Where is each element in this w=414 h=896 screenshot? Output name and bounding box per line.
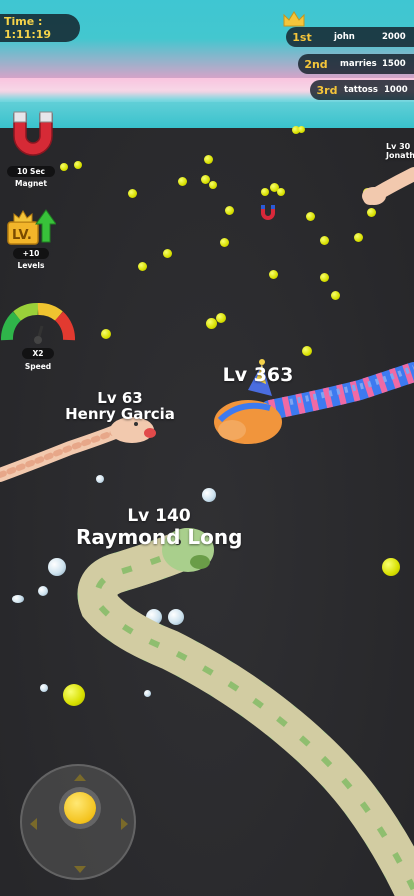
- crown-icon: [283, 11, 305, 27]
- powerup-label: Magnet: [15, 179, 47, 188]
- timer-label: Time : 1:11:19: [4, 15, 52, 41]
- powerup-value: +10: [12, 248, 50, 259]
- leaderboard-name: john: [334, 32, 355, 42]
- powerup-label: Levels: [17, 261, 45, 270]
- arrow-left-icon: [24, 818, 37, 830]
- snake-level: Lv 63: [97, 389, 143, 407]
- arrow-down-icon: [74, 866, 86, 879]
- snake-label-raymond: Lv 140 Raymond Long: [76, 506, 243, 550]
- powerup-levels[interactable]: LV. +10 Levels: [6, 208, 57, 270]
- svg-text:LV.: LV.: [12, 228, 32, 243]
- snake-label-jonathan: Lv 30 Jonathan: [386, 142, 414, 160]
- leaderboard-score: 1500: [382, 59, 406, 69]
- powerup-speed[interactable]: X2 Speed: [0, 298, 76, 371]
- leaderboard-row: 2nd marries 1500: [298, 54, 414, 74]
- snake-level: Lv 140: [127, 506, 191, 526]
- arrow-right-icon: [121, 818, 134, 830]
- snake-label-henry: Lv 63 Henry Garcia: [62, 391, 178, 423]
- snake-level: Lv 30: [386, 142, 411, 151]
- snake-label-lv363: Lv 363: [214, 364, 302, 386]
- leaderboard-rank: 3rd: [316, 83, 338, 97]
- leaderboard-name: marries: [340, 59, 377, 69]
- magnet-icon: [13, 111, 53, 156]
- snake-name: Jonathan: [386, 151, 414, 160]
- powerup-magnet[interactable]: 10 Sec Magnet: [6, 106, 56, 188]
- match-timer: Time : 1:11:19: [0, 14, 80, 42]
- leaderboard-score: 1000: [384, 85, 408, 95]
- magnet-pickup-icon: [261, 205, 275, 220]
- leaderboard-name: tattoss: [344, 85, 378, 95]
- leaderboard-score: 2000: [382, 32, 406, 42]
- powerup-value: 10 Sec: [7, 166, 55, 177]
- joystick[interactable]: [20, 764, 136, 880]
- snake-name: Raymond Long: [76, 525, 243, 549]
- snake-level: Lv 363: [222, 364, 294, 386]
- level-up-icon: LV.: [7, 209, 57, 245]
- leaderboard-rank: 2nd: [304, 57, 328, 71]
- leaderboard-rank: 1st: [292, 30, 312, 44]
- snake-name: Henry Garcia: [65, 405, 175, 423]
- leaderboard-row: 1st john 2000: [286, 27, 414, 47]
- game-arena[interactable]: Lv 63 Henry Garcia Lv 363 Lv 140 Raymond…: [0, 0, 414, 896]
- leaderboard-row: 3rd tattoss 1000: [310, 80, 414, 100]
- powerup-value: X2: [22, 348, 54, 359]
- arrow-up-icon: [74, 768, 86, 781]
- speedometer-icon: [1, 303, 75, 344]
- powerup-label: Speed: [24, 362, 52, 371]
- joystick-knob[interactable]: [64, 792, 96, 824]
